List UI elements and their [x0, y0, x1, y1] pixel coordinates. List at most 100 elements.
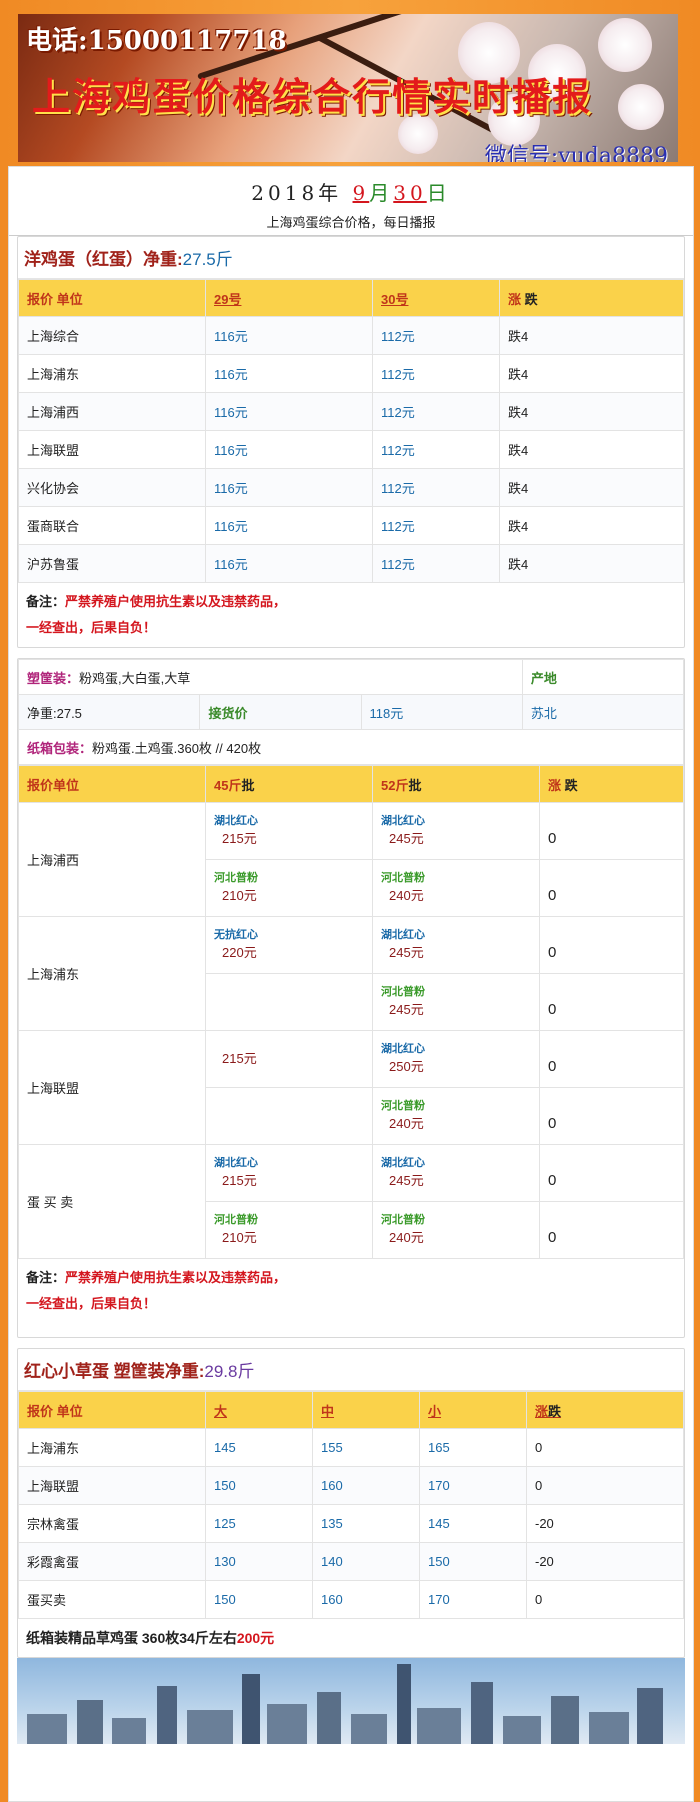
market-name: 彩霞禽蛋	[18, 1542, 206, 1581]
price-29: 116元	[205, 316, 373, 355]
red-egg-table: 报价 单位 29号 30号 涨 跌 上海综合 116元 112元 跌4 上海浦东 116元…	[18, 279, 684, 583]
price-45	[205, 1087, 373, 1145]
change: 跌4	[499, 392, 684, 431]
price-52: 湖北红心 245元	[372, 916, 540, 974]
change: 跌4	[499, 506, 684, 545]
table-row: 蛋 买 卖湖北红心 215元 湖北红心 245元 0	[18, 1144, 684, 1259]
table-header: 报价 单位 大 中 小 涨跌	[18, 1391, 684, 1429]
table-header: 报价单位 45斤批 52斤批 涨 跌	[18, 765, 684, 803]
market-name: 上海浦西	[18, 392, 206, 431]
section-small-egg: 红心小草蛋 塑筐装净重:29.8斤 报价 单位 大 中 小 涨跌 上海浦东 145…	[17, 1348, 685, 1658]
table-row: 上海浦西 116元 112元 跌4	[18, 392, 684, 431]
market-name: 蛋买卖	[18, 1580, 206, 1619]
footer-note: 纸箱装精品草鸡蛋 360枚34斤左右200元	[26, 1630, 275, 1646]
change: 0	[539, 1144, 684, 1202]
price-30: 112元	[372, 392, 500, 431]
market-name: 上海联盟	[18, 1030, 206, 1145]
price-29: 116元	[205, 506, 373, 545]
change: -20	[526, 1542, 684, 1581]
table-row: 蛋买卖 150 160 170 0	[18, 1580, 684, 1619]
phone-number: 电话:15000117718	[26, 26, 287, 56]
change: 0	[526, 1428, 684, 1467]
market-name: 上海联盟	[18, 430, 206, 469]
price-45: 无抗红心 220元	[205, 916, 373, 974]
change: 跌4	[499, 354, 684, 393]
note: 备注：严禁养殖户使用抗生素以及违禁药品， 一经查出，后果自负！	[26, 1270, 287, 1311]
skyline-image	[17, 1658, 685, 1744]
table-row: 上海联盟 116元 112元 跌4	[18, 430, 684, 469]
section-title: 红心小草蛋 塑筐装净重:29.8斤	[18, 1349, 684, 1391]
table-row: 上海浦东 116元 112元 跌4	[18, 354, 684, 393]
price-45: 河北普粉 210元	[205, 859, 373, 917]
market-name: 上海联盟	[18, 1466, 206, 1505]
table-row: 沪苏鲁蛋 116元 112元 跌4	[18, 544, 684, 583]
price-small: 170	[419, 1580, 527, 1619]
change: 0	[539, 973, 684, 1031]
market-name: 沪苏鲁蛋	[18, 544, 206, 583]
price-29: 116元	[205, 468, 373, 507]
table-row: 上海联盟 150 160 170 0	[18, 1466, 684, 1505]
change: 0	[539, 1087, 684, 1145]
price-29: 116元	[205, 430, 373, 469]
change: 0	[526, 1580, 684, 1619]
table-row: 彩霞禽蛋 130 140 150 -20	[18, 1542, 684, 1581]
table-row: 上海联盟 215元 湖北红心 250元 0	[18, 1030, 684, 1145]
price-big: 145	[205, 1428, 313, 1467]
date-line: 2018年 9月30日	[251, 181, 451, 205]
carton-price-table: 报价单位 45斤批 52斤批 涨 跌 上海浦西 湖北红心 215元 湖北红心 245元 0…	[18, 765, 684, 1259]
table-row: 宗林禽蛋 125 135 145 -20	[18, 1504, 684, 1543]
change: 0	[539, 802, 684, 860]
table-row: 兴化协会 116元 112元 跌4	[18, 468, 684, 507]
price-52: 湖北红心 245元	[372, 802, 540, 860]
section-basket-egg: 塑筐装：粉鸡蛋,大白蛋,大草 产地 净重:27.5 接货价 118元 苏北 纸箱…	[17, 658, 685, 1338]
market-name: 上海浦东	[18, 916, 206, 1031]
change: -20	[526, 1504, 684, 1543]
change: 0	[539, 916, 684, 974]
price-29: 116元	[205, 544, 373, 583]
price-mid: 160	[312, 1466, 420, 1505]
basket-info-table: 塑筐装：粉鸡蛋,大白蛋,大草 产地 净重:27.5 接货价 118元 苏北 纸箱…	[17, 659, 685, 765]
price-mid: 160	[312, 1580, 420, 1619]
price-30: 112元	[372, 430, 500, 469]
price-big: 150	[205, 1466, 313, 1505]
section-red-egg: 洋鸡蛋（红蛋）净重:27.5斤 报价 单位 29号 30号 涨 跌 上海综合 11…	[17, 236, 685, 648]
price-mid: 140	[312, 1542, 420, 1581]
price-52: 河北普粉 245元	[372, 973, 540, 1031]
page-subtitle: 上海鸡蛋综合价格，每日播报	[9, 212, 693, 236]
price-mid: 135	[312, 1504, 420, 1543]
price-mid: 155	[312, 1428, 420, 1467]
note: 备注：严禁养殖户使用抗生素以及违禁药品， 一经查出，后果自负！	[26, 594, 287, 635]
price-big: 150	[205, 1580, 313, 1619]
price-52: 河北普粉 240元	[372, 1201, 540, 1259]
price-52: 河北普粉 240元	[372, 859, 540, 917]
wechat-id: 微信号:yuda8889	[484, 144, 668, 162]
market-name: 上海浦西	[18, 802, 206, 917]
market-name: 上海浦东	[18, 1428, 206, 1467]
market-name: 上海综合	[18, 316, 206, 355]
header-banner: 电话:15000117718 上海鸡蛋价格综合行情实时播报 微信号:yuda88…	[18, 14, 678, 162]
price-small: 145	[419, 1504, 527, 1543]
price-small: 150	[419, 1542, 527, 1581]
price-big: 125	[205, 1504, 313, 1543]
change: 跌4	[499, 544, 684, 583]
price-29: 116元	[205, 392, 373, 431]
change: 跌4	[499, 430, 684, 469]
market-name: 蛋商联合	[18, 506, 206, 545]
market-name: 上海浦东	[18, 354, 206, 393]
price-45	[205, 973, 373, 1031]
price-small: 165	[419, 1428, 527, 1467]
price-30: 112元	[372, 316, 500, 355]
price-52: 湖北红心 250元	[372, 1030, 540, 1088]
table-header: 报价 单位 29号 30号 涨 跌	[18, 279, 684, 317]
change: 0	[539, 1030, 684, 1088]
content-panel: 2018年 9月30日 上海鸡蛋综合价格，每日播报 洋鸡蛋（红蛋）净重:27.5…	[8, 166, 694, 1802]
table-row: 蛋商联合 116元 112元 跌4	[18, 506, 684, 545]
market-name: 蛋 买 卖	[18, 1144, 206, 1259]
change: 0	[539, 1201, 684, 1259]
price-small: 170	[419, 1466, 527, 1505]
price-30: 112元	[372, 354, 500, 393]
price-29: 116元	[205, 354, 373, 393]
price-45: 河北普粉 210元	[205, 1201, 373, 1259]
price-45: 湖北红心 215元	[205, 802, 373, 860]
price-30: 112元	[372, 506, 500, 545]
